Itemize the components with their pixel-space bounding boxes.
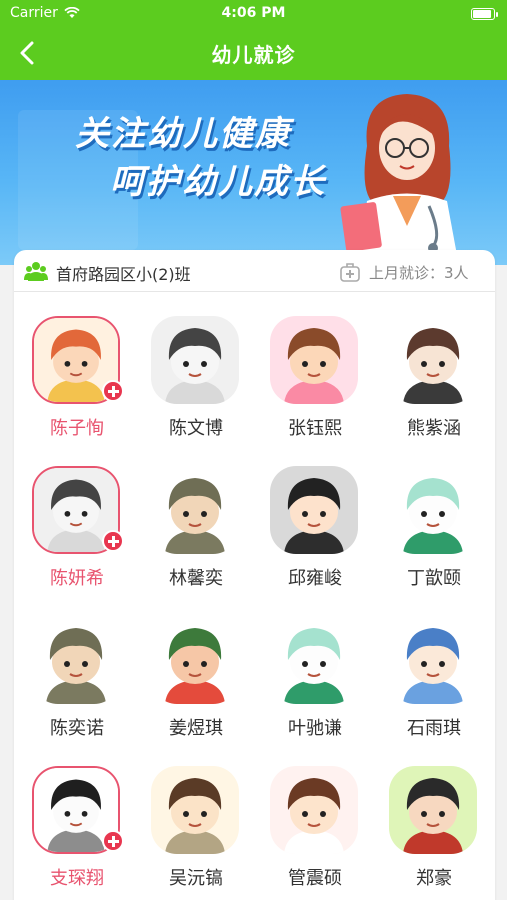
back-button[interactable] <box>10 36 44 70</box>
child-face-icon <box>151 616 239 704</box>
child-name: 郑豪 <box>416 868 452 889</box>
child-name: 邱雍峻 <box>288 568 342 589</box>
page-title: 幼儿就诊 <box>211 43 296 67</box>
child-item[interactable]: 吴沅镐 <box>137 760 247 890</box>
child-avatar <box>270 466 358 554</box>
child-avatar <box>270 316 358 404</box>
child-item[interactable]: 邱雍峻 <box>256 460 366 590</box>
child-name: 熊紫涵 <box>407 418 461 439</box>
child-face-icon <box>151 466 239 554</box>
child-item[interactable]: 姜煜琪 <box>137 610 247 740</box>
child-face-icon <box>270 766 358 854</box>
child-avatar <box>151 466 239 554</box>
class-card: 首府路园区小(2)班 上月就诊：3人 陈子恂 陈文博 张钰熙 熊紫涵陈妍希 林馨奕 邱雍峻… <box>14 250 495 900</box>
battery-icon <box>471 8 498 20</box>
medical-plus-icon <box>102 830 124 852</box>
child-face-icon <box>270 616 358 704</box>
class-header: 首府路园区小(2)班 上月就诊：3人 <box>14 250 495 292</box>
banner-slogan-line2: 呵护幼儿成长 <box>110 162 326 202</box>
wifi-icon <box>64 7 80 18</box>
child-item[interactable]: 陈妍希 <box>18 460 128 590</box>
child-item[interactable]: 陈奕诺 <box>18 610 128 740</box>
child-name: 管震硕 <box>288 868 342 889</box>
doctor-illustration <box>340 94 459 265</box>
child-avatar <box>389 616 477 704</box>
child-avatar <box>389 466 477 554</box>
child-name: 林馨奕 <box>169 568 223 589</box>
medical-plus-icon <box>102 530 124 552</box>
child-name: 张钰熙 <box>288 418 342 439</box>
status-bar: Carrier 4:06 PM <box>0 0 507 28</box>
child-avatar <box>389 766 477 854</box>
health-banner: 关注幼儿健康 呵护幼儿成长 <box>0 80 507 265</box>
top-bar: Carrier 4:06 PM 幼儿就诊 <box>0 0 507 80</box>
child-face-icon <box>389 766 477 854</box>
child-avatar <box>151 316 239 404</box>
child-face-icon <box>270 316 358 404</box>
child-item[interactable]: 石雨琪 <box>375 610 485 740</box>
medical-plus-icon <box>102 380 124 402</box>
child-item[interactable]: 张钰熙 <box>256 310 366 440</box>
child-name: 吴沅镐 <box>169 868 223 889</box>
child-item[interactable]: 丁歆颐 <box>375 460 485 590</box>
child-face-icon <box>389 616 477 704</box>
child-name: 姜煜琪 <box>169 718 223 739</box>
medical-kit-icon <box>340 263 360 282</box>
child-face-icon <box>151 316 239 404</box>
child-avatar <box>151 766 239 854</box>
child-avatar <box>389 316 477 404</box>
child-avatar <box>32 616 120 704</box>
child-name: 丁歆颐 <box>407 568 461 589</box>
child-item[interactable]: 管震硕 <box>256 760 366 890</box>
child-item[interactable]: 陈子恂 <box>18 310 128 440</box>
child-name: 陈文博 <box>169 418 223 439</box>
child-item[interactable]: 林馨奕 <box>137 460 247 590</box>
banner-slogan-line1: 关注幼儿健康 <box>75 114 291 154</box>
child-item[interactable]: 陈文博 <box>137 310 247 440</box>
child-face-icon <box>389 316 477 404</box>
child-avatar <box>270 616 358 704</box>
last-month-visits: 上月就诊：3人 <box>369 264 469 282</box>
child-name: 陈奕诺 <box>50 718 104 739</box>
child-item[interactable]: 叶驰谦 <box>256 610 366 740</box>
children-group-icon <box>24 262 48 281</box>
child-face-icon <box>151 766 239 854</box>
child-item[interactable]: 熊紫涵 <box>375 310 485 440</box>
child-name: 支琛翔 <box>50 868 104 889</box>
child-face-icon <box>389 466 477 554</box>
child-face-icon <box>32 616 120 704</box>
child-avatar <box>270 766 358 854</box>
child-face-icon <box>270 466 358 554</box>
child-name: 石雨琪 <box>407 718 461 739</box>
child-name: 叶驰谦 <box>288 718 342 739</box>
chevron-left-icon <box>20 41 34 65</box>
nav-bar: 幼儿就诊 <box>0 28 507 80</box>
status-time: 4:06 PM <box>221 5 286 21</box>
child-name: 陈子恂 <box>50 418 104 439</box>
child-avatar <box>151 616 239 704</box>
carrier-label: Carrier <box>10 5 58 21</box>
child-item[interactable]: 支琛翔 <box>18 760 128 890</box>
class-name: 首府路园区小(2)班 <box>56 265 191 284</box>
child-name: 陈妍希 <box>50 568 104 589</box>
carrier: Carrier <box>10 5 80 21</box>
child-item[interactable]: 郑豪 <box>375 760 485 890</box>
